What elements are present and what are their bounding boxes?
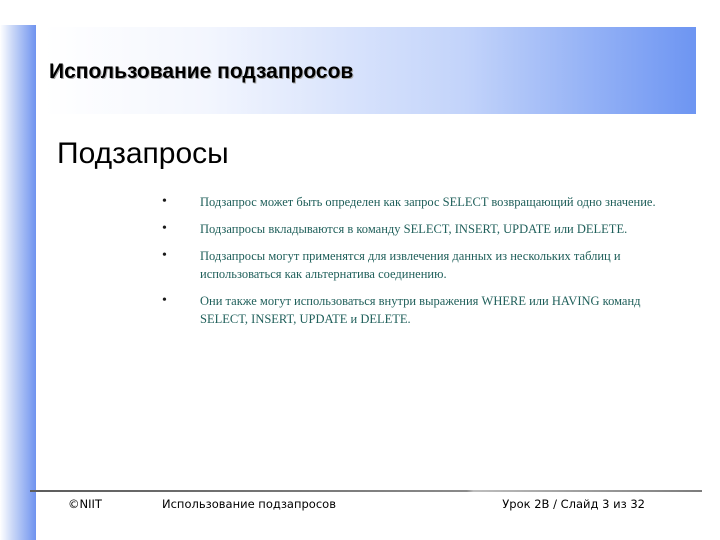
bullet-item: • Подзапросы вкладываются в команду SELE…	[160, 220, 680, 238]
bullet-list: • Подзапрос может быть определен как зап…	[160, 193, 680, 337]
slide-title: Использование подзапросов	[49, 60, 354, 83]
left-gradient-bar	[0, 25, 36, 540]
footer-divider	[30, 490, 702, 492]
footer-slide-number: Урок 2В / Слайд 3 из 32	[502, 497, 645, 511]
footer-copyright: ©NIIT	[68, 497, 102, 511]
bullet-icon: •	[162, 293, 167, 308]
bullet-icon: •	[162, 221, 167, 236]
footer-topic: Использование подзапросов	[162, 497, 336, 511]
bullet-icon: •	[162, 194, 167, 209]
bullet-item: • Они также могут использоваться внутри …	[160, 292, 680, 328]
bullet-text: Они также могут использоваться внутри вы…	[200, 294, 641, 326]
slide-subheading: Подзапросы	[57, 137, 229, 170]
bullet-icon: •	[162, 248, 167, 263]
slide: Использование подзапросов Подзапросы • П…	[0, 0, 720, 540]
bullet-item: • Подзапрос может быть определен как зап…	[160, 193, 680, 211]
bullet-text: Подзапросы могут применятся для извлечен…	[200, 249, 621, 281]
bullet-text: Подзапросы вкладываются в команду SELECT…	[200, 222, 628, 236]
bullet-item: • Подзапросы могут применятся для извлеч…	[160, 247, 680, 283]
bullet-text: Подзапрос может быть определен как запро…	[200, 195, 656, 209]
